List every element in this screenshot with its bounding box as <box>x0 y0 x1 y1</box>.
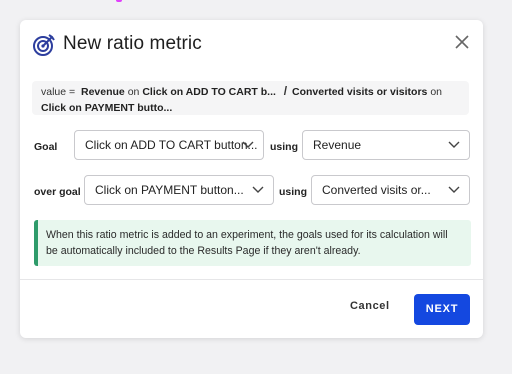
numerator-goal: Click on ADD TO CART b... <box>142 86 276 98</box>
goal-select-value: Click on ADD TO CART button... <box>85 138 258 152</box>
denominator-metric: Converted visits or visitors <box>292 86 428 98</box>
dialog-title: New ratio metric <box>63 33 202 54</box>
over-goal-label: over goal <box>34 186 81 198</box>
decorative-mark <box>116 0 122 2</box>
chevron-down-icon <box>242 141 254 148</box>
over-goal-select[interactable]: Click on PAYMENT button... <box>84 175 274 205</box>
cancel-button[interactable]: Cancel <box>350 300 390 312</box>
close-icon[interactable] <box>454 34 470 50</box>
chevron-down-icon <box>448 141 460 148</box>
over-goal-metric-select-value: Converted visits or... <box>322 183 431 197</box>
formula-on: on <box>127 86 140 98</box>
goal-metric-select-value: Revenue <box>313 138 362 152</box>
goal-metric-select[interactable]: Revenue <box>302 130 470 160</box>
numerator-metric: Revenue <box>81 86 125 98</box>
goal-label: Goal <box>34 141 58 153</box>
chevron-down-icon <box>448 186 460 193</box>
ratio-formula: value = Revenue on Click on ADD TO CART … <box>32 81 469 115</box>
formula-slash: / <box>283 84 288 98</box>
next-button[interactable]: NEXT <box>414 294 470 325</box>
dialog-header: New ratio metric <box>20 20 483 72</box>
using-label: using <box>279 186 307 198</box>
info-text: When this ratio metric is added to an ex… <box>46 229 448 257</box>
info-banner: When this ratio metric is added to an ex… <box>34 220 471 266</box>
denominator-goal: Click on PAYMENT butto... <box>41 102 173 114</box>
formula-prefix: value = <box>41 86 76 98</box>
over-goal-select-value: Click on PAYMENT button... <box>95 183 244 197</box>
new-ratio-metric-dialog: New ratio metric value = Revenue on Clic… <box>20 20 483 338</box>
chevron-down-icon <box>252 186 264 193</box>
footer-divider <box>20 279 483 280</box>
target-icon <box>33 34 55 56</box>
goal-select[interactable]: Click on ADD TO CART button... <box>74 130 264 160</box>
using-label: using <box>270 141 298 153</box>
over-goal-metric-select[interactable]: Converted visits or... <box>311 175 470 205</box>
formula-on: on <box>430 86 443 98</box>
